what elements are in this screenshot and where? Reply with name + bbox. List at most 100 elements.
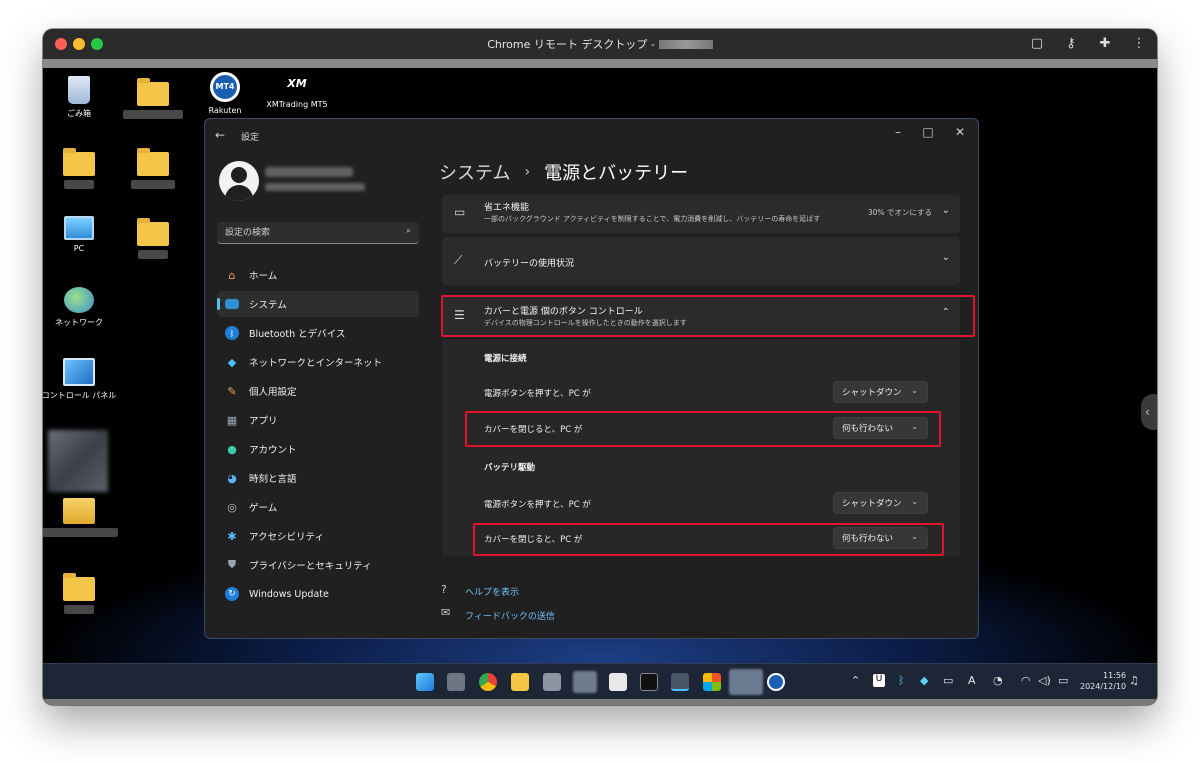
energy-saver-card[interactable]: ▭ 省エネ機能 一部のバックグラウンド アクティビティを制限することで、電力消費… bbox=[442, 195, 960, 233]
sidebar-item-bluetooth[interactable]: ᛒ Bluetooth とデバイス bbox=[217, 320, 419, 346]
onedrive-icon[interactable]: U bbox=[873, 674, 885, 687]
desktop-icon-control-panel[interactable]: コントロール パネル bbox=[43, 358, 119, 401]
sidebar-item-system[interactable]: システム bbox=[217, 291, 419, 317]
sidebar-item-home[interactable]: ⌂ ホーム bbox=[217, 262, 419, 288]
tray-overflow-icon[interactable]: ⌃ bbox=[851, 674, 860, 687]
settings-icon[interactable] bbox=[671, 673, 689, 691]
search-icon[interactable]: ⌕ bbox=[406, 226, 411, 236]
volume-icon[interactable]: ◁) bbox=[1038, 674, 1051, 687]
terminal-icon[interactable] bbox=[640, 673, 658, 691]
bluetooth-tray-icon[interactable]: ᛒ bbox=[898, 674, 905, 687]
plugged-power-button-select[interactable]: シャットダウン ⌄ bbox=[833, 381, 928, 403]
defender-icon[interactable]: ◆ bbox=[920, 674, 928, 687]
app-title: 設定 bbox=[241, 133, 260, 143]
maximize-icon[interactable]: □ bbox=[918, 125, 938, 139]
battery-power-button-select[interactable]: シャットダウン ⌄ bbox=[833, 492, 928, 514]
notepad-icon[interactable] bbox=[609, 673, 627, 691]
wifi-tray-icon[interactable]: ◠ bbox=[1021, 674, 1031, 687]
battery-saver-icon: ▭ bbox=[454, 205, 466, 219]
redacted-label bbox=[43, 528, 118, 537]
settings-titlebar: ← 設定 – □ ✕ bbox=[205, 119, 978, 151]
sidebar-item-windows-update[interactable]: ↻ Windows Update bbox=[217, 581, 419, 607]
desktop-icon-user-folder[interactable] bbox=[43, 148, 119, 189]
desktop-icon-network[interactable]: ネットワーク bbox=[43, 287, 119, 328]
sidebar-item-label: ホーム bbox=[249, 271, 278, 282]
extension-icon[interactable]: ✚ bbox=[1097, 36, 1113, 51]
back-arrow-icon[interactable]: ← bbox=[215, 128, 225, 142]
zoom-window-button[interactable] bbox=[91, 38, 103, 50]
search-input[interactable] bbox=[225, 225, 395, 241]
task-view-icon[interactable] bbox=[447, 673, 465, 691]
redacted-app-icon[interactable] bbox=[729, 669, 763, 695]
breadcrumb-parent[interactable]: システム bbox=[439, 159, 510, 185]
minimize-icon[interactable]: – bbox=[888, 125, 908, 139]
sidebar-item-network[interactable]: ◆ ネットワークとインターネット bbox=[217, 349, 419, 375]
energy-saver-desc: 一部のバックグラウンド アクティビティを制限することで、電力消費を削減し、バッテ… bbox=[484, 215, 821, 223]
battery-icon[interactable]: ▭ bbox=[1058, 674, 1068, 687]
redacted-label bbox=[64, 180, 94, 189]
desktop-icon-pc[interactable]: PC bbox=[43, 216, 119, 253]
help-link[interactable]: ヘルプを表示 bbox=[465, 585, 519, 598]
remote-session-bar bbox=[43, 59, 1157, 68]
sidebar-item-accessibility[interactable]: ✱ アクセシビリティ bbox=[217, 523, 419, 549]
desktop-icon-label: Rakuten bbox=[208, 106, 242, 115]
sidebar-item-privacy[interactable]: ⛊ プライバシーとセキュリティ bbox=[217, 552, 419, 578]
key-icon[interactable]: ⚷ bbox=[1063, 36, 1079, 51]
computer-icon bbox=[64, 216, 94, 240]
side-panel-handle[interactable]: ‹ bbox=[1141, 394, 1157, 430]
wifi-icon: ◆ bbox=[227, 355, 237, 369]
desktop-icon-folder-2[interactable] bbox=[113, 78, 193, 119]
chrome-icon[interactable] bbox=[479, 673, 497, 691]
desktop-icon-folder-3[interactable] bbox=[113, 148, 193, 189]
sidebar-item-apps[interactable]: ▦ アプリ bbox=[217, 407, 419, 433]
sidebar-item-label: 時刻と言語 bbox=[249, 474, 297, 485]
taskbar-clock[interactable]: 11:56 2024/12/10 bbox=[1080, 670, 1126, 692]
sidebar-item-personalization[interactable]: ✎ 個人用設定 bbox=[217, 378, 419, 404]
more-menu-icon[interactable]: ⋮ bbox=[1131, 36, 1147, 51]
folder-icon bbox=[137, 148, 169, 176]
desktop-icon-label: ごみ箱 bbox=[67, 109, 91, 118]
chevron-down-icon[interactable]: ⌄ bbox=[942, 205, 950, 216]
desktop-icon-shortcut[interactable] bbox=[43, 498, 119, 537]
sidebar-item-accounts[interactable]: ● アカウント bbox=[217, 436, 419, 462]
desktop-icon-xm[interactable]: XM XMTrading MT5 bbox=[257, 72, 337, 109]
chevron-down-icon[interactable]: ⌄ bbox=[942, 252, 950, 263]
desktop-icon-mt4[interactable]: MT4 Rakuten bbox=[185, 72, 265, 115]
globe-clock-icon: ◕ bbox=[227, 471, 237, 485]
display-icon[interactable]: ▭ bbox=[943, 674, 953, 687]
minimize-window-button[interactable] bbox=[73, 38, 85, 50]
plugged-in-heading: 電源に接続 bbox=[484, 354, 527, 364]
desktop-icon-folder-4[interactable] bbox=[113, 218, 193, 259]
clipboard-icon[interactable]: ▢ bbox=[1029, 36, 1045, 51]
chart-icon: ⟋ bbox=[454, 253, 463, 267]
redacted-app-icon[interactable] bbox=[573, 671, 597, 693]
notification-bell-icon[interactable]: ♫ bbox=[1129, 674, 1139, 687]
sidebar-item-gaming[interactable]: ◎ ゲーム bbox=[217, 494, 419, 520]
sidebar-item-label: システム bbox=[249, 300, 287, 311]
folder-icon bbox=[63, 573, 95, 601]
help-icon: ? bbox=[441, 583, 447, 596]
apps-icon: ▦ bbox=[226, 413, 238, 427]
mt4-icon: MT4 bbox=[210, 72, 240, 102]
control-panel-icon bbox=[63, 358, 95, 386]
ime-icon[interactable]: A bbox=[968, 674, 976, 687]
desktop-icon-folder[interactable] bbox=[43, 573, 119, 614]
desktop-icon-recycle-bin[interactable]: ごみ箱 bbox=[43, 76, 119, 119]
store-icon[interactable] bbox=[703, 673, 721, 691]
search-box[interactable]: ⌕ bbox=[217, 222, 419, 244]
highlight-frame bbox=[465, 411, 941, 447]
close-icon[interactable]: ✕ bbox=[950, 125, 970, 139]
feedback-link[interactable]: フィードバックの送信 bbox=[465, 609, 555, 622]
sidebar-item-time-language[interactable]: ◕ 時刻と言語 bbox=[217, 465, 419, 491]
close-window-button[interactable] bbox=[55, 38, 67, 50]
select-value: シャットダウン bbox=[842, 388, 902, 398]
clock-app-icon[interactable]: ◔ bbox=[993, 674, 1003, 687]
camera-icon[interactable] bbox=[543, 673, 561, 691]
mt5-icon[interactable] bbox=[767, 673, 785, 691]
battery-usage-card[interactable]: ⟋ バッテリーの使用状況 ⌄ bbox=[442, 237, 960, 285]
avatar[interactable] bbox=[219, 161, 259, 201]
sidebar-item-label: アカウント bbox=[249, 445, 297, 456]
clock-date: 2024/12/10 bbox=[1080, 682, 1127, 691]
start-icon[interactable] bbox=[416, 673, 434, 691]
file-explorer-icon[interactable] bbox=[511, 673, 529, 691]
